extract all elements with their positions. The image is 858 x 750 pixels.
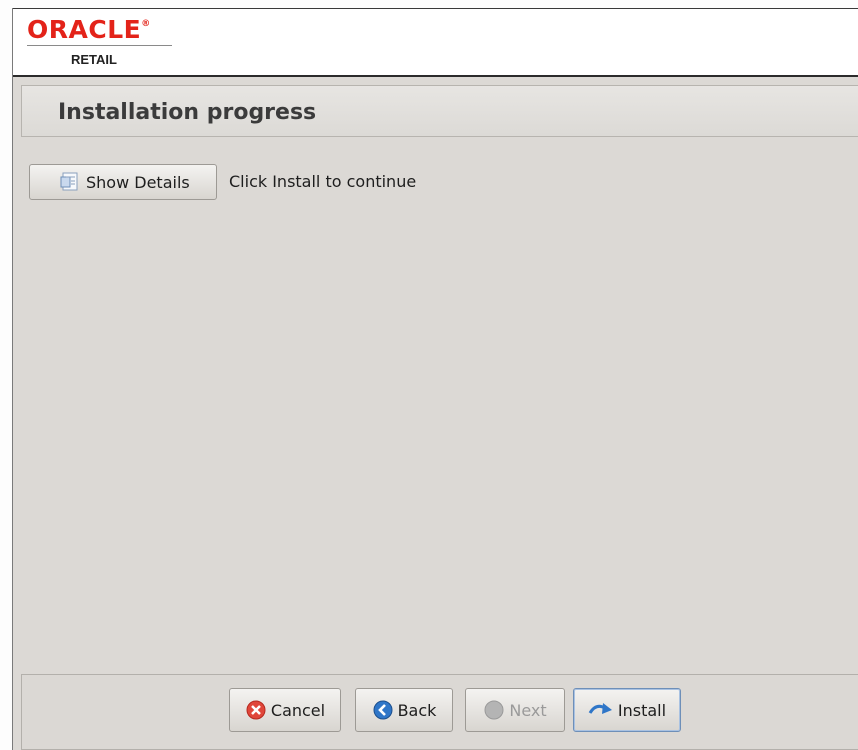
oracle-logo: ORACLE® (27, 15, 151, 44)
show-details-label: Show Details (86, 172, 190, 192)
installer-window: ORACLE® RETAIL Installation progress Sho… (12, 8, 858, 750)
install-arrow-icon (588, 699, 614, 721)
show-details-button[interactable]: Show Details (29, 164, 217, 200)
logo-subtext: RETAIL (71, 52, 117, 67)
install-label: Install (617, 700, 667, 720)
logo-divider (27, 45, 172, 46)
install-button[interactable]: Install (573, 688, 681, 732)
cancel-label: Cancel (270, 700, 326, 720)
back-button[interactable]: Back (355, 688, 453, 732)
back-arrow-icon (372, 699, 394, 721)
next-button[interactable]: Next (465, 688, 565, 732)
logo-text: ORACLE (27, 15, 142, 44)
next-arrow-icon (483, 699, 505, 721)
cancel-icon (245, 699, 267, 721)
cancel-button[interactable]: Cancel (229, 688, 341, 732)
page-title: Installation progress (58, 100, 317, 125)
logo-registered-mark: ® (141, 19, 151, 29)
status-message: Click Install to continue (229, 172, 417, 191)
document-icon (60, 171, 82, 193)
next-label: Next (509, 700, 547, 720)
page-title-bar: Installation progress (21, 85, 858, 137)
brand-header: ORACLE® RETAIL (13, 8, 858, 77)
back-label: Back (397, 700, 437, 720)
